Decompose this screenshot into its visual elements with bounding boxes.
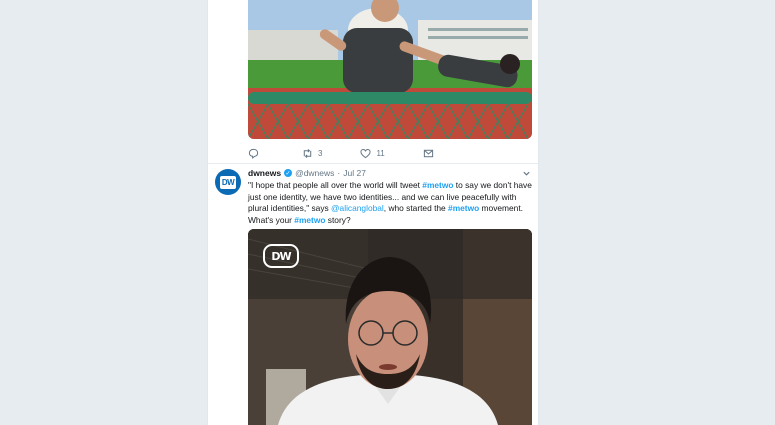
tweet-text-part: , who started the: [383, 203, 449, 214]
hashtag-metwo[interactable]: #metwo: [294, 215, 325, 225]
timeline: 3 11 DW dwnews ✓ @dwnews · Jul 27 "I hop…: [207, 0, 539, 425]
hashtag-metwo[interactable]: #metwo: [422, 180, 453, 190]
tweet-photo[interactable]: [248, 0, 532, 139]
avatar[interactable]: DW: [215, 169, 241, 195]
tweet-divider: [208, 163, 538, 164]
dw-watermark-logo: DW: [263, 244, 299, 268]
reply-icon: [248, 148, 259, 159]
retweet-count: 3: [318, 148, 323, 158]
hashtag-label: #metwo: [422, 180, 454, 190]
dw-logo: DW: [219, 175, 237, 189]
message-button[interactable]: [423, 148, 439, 159]
tweet-text-part: story?: [325, 214, 351, 225]
retweet-icon: [303, 148, 312, 158]
tweet-header: dwnews ✓ @dwnews · Jul 27: [248, 168, 366, 178]
envelope-icon: [423, 149, 433, 157]
hashtag-metwo[interactable]: #metwo: [448, 203, 479, 213]
tweet-actions: 3 11: [248, 146, 477, 160]
chevron-down-icon[interactable]: [522, 169, 531, 180]
like-button[interactable]: 11: [360, 148, 385, 159]
dot-separator: ·: [337, 168, 341, 178]
like-count: 11: [376, 148, 385, 158]
heart-icon: [360, 148, 372, 158]
hashtag-label: #metwo: [448, 203, 480, 214]
display-name[interactable]: dwnews: [248, 168, 281, 178]
hashtag-label: #metwo: [294, 214, 326, 225]
handle[interactable]: @dwnews: [295, 168, 334, 178]
verified-badge-icon: ✓: [284, 169, 293, 177]
tweet-video[interactable]: DW: [248, 229, 532, 425]
reply-button[interactable]: [248, 148, 264, 159]
retweet-button[interactable]: 3: [302, 148, 322, 159]
tweet-date[interactable]: Jul 27: [343, 168, 366, 178]
tweet-text: "I hope that people all over the world w…: [248, 180, 538, 226]
tweet-text-part: "I hope that people all over the world w…: [248, 180, 423, 190]
mention-alicanglobal[interactable]: @alicanglobal: [331, 203, 384, 213]
